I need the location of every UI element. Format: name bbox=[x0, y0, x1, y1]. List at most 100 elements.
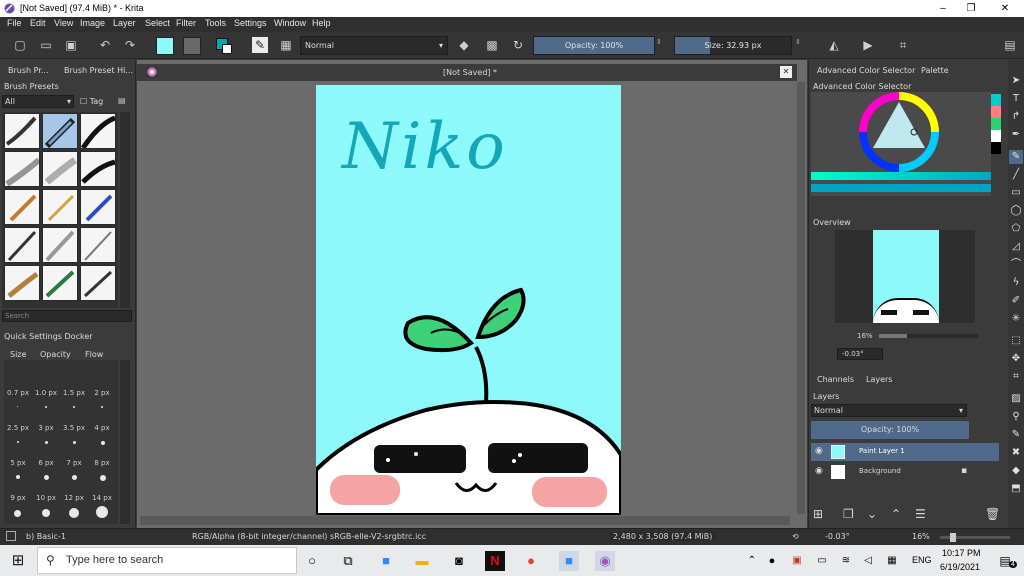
windows-start-icon[interactable]: ⊞ bbox=[8, 551, 28, 571]
tab-channels[interactable]: Channels bbox=[817, 375, 854, 384]
tab-advanced-color-selector[interactable]: Advanced Color Selector bbox=[817, 66, 915, 75]
menu-settings[interactable]: Settings bbox=[234, 18, 267, 28]
brush-grid-scrollbar[interactable] bbox=[120, 112, 130, 308]
size-spin-icon[interactable]: ⇕ bbox=[795, 38, 801, 46]
overview-zoom-slider[interactable] bbox=[879, 334, 979, 338]
menu-filter[interactable]: Filter bbox=[176, 18, 196, 28]
brush-preset[interactable] bbox=[80, 265, 116, 301]
brush-search-input[interactable]: Search bbox=[2, 310, 132, 322]
rectangle-tool-icon[interactable]: ▭ bbox=[1009, 186, 1023, 200]
select-shape-tool-icon[interactable]: ➤ bbox=[1009, 74, 1023, 88]
brush-preset-icon[interactable]: ✎ bbox=[252, 37, 268, 53]
opacity-spin-icon[interactable]: ⇕ bbox=[656, 38, 662, 46]
zoom-running-icon[interactable]: ■ bbox=[559, 551, 579, 571]
size-option[interactable]: 12 px bbox=[60, 494, 88, 502]
close-window-button[interactable]: ✕ bbox=[990, 0, 1020, 17]
task-view-icon[interactable]: ⧉ bbox=[338, 551, 358, 571]
enclose-fill-tool-icon[interactable]: ⬒ bbox=[1009, 482, 1023, 496]
document-tab[interactable]: [Not Saved] * ✕ bbox=[137, 64, 797, 81]
blend-mode-select[interactable]: Normal ▾ bbox=[300, 36, 448, 55]
size-option[interactable]: 1.0 px bbox=[32, 389, 60, 397]
eye-icon[interactable]: ◉ bbox=[815, 446, 823, 456]
antivirus-icon[interactable]: ▣ bbox=[787, 551, 807, 571]
duplicate-layer-icon[interactable]: ❐ bbox=[843, 507, 854, 521]
layer-properties-icon[interactable]: ☰ bbox=[915, 507, 926, 521]
brush-preset[interactable] bbox=[42, 151, 78, 187]
brush-preset[interactable] bbox=[42, 227, 78, 263]
quick-settings-scrollbar[interactable] bbox=[120, 360, 130, 524]
lock-icon[interactable]: ▪ bbox=[961, 466, 967, 476]
move-tool-icon[interactable]: ✥ bbox=[1009, 352, 1023, 366]
polyline-tool-icon[interactable]: ◿ bbox=[1009, 240, 1023, 254]
tab-palette[interactable]: Palette bbox=[921, 66, 949, 75]
tab-brush-preset-history[interactable]: Brush Preset Hi... bbox=[64, 66, 133, 75]
eye-icon[interactable]: ◉ bbox=[815, 466, 823, 476]
size-option[interactable]: 2 px bbox=[88, 389, 116, 397]
brush-preset[interactable] bbox=[80, 151, 116, 187]
bezier-tool-icon[interactable]: ⌒ bbox=[1009, 258, 1023, 272]
status-zoom[interactable]: 16% bbox=[912, 532, 930, 541]
fill-tool-icon[interactable]: ◆ bbox=[1009, 464, 1023, 478]
minimize-button[interactable]: – bbox=[928, 0, 958, 17]
vertical-scrollbar[interactable] bbox=[797, 82, 805, 514]
language-indicator[interactable]: ENG bbox=[912, 555, 932, 565]
status-rotation[interactable]: -0.03° bbox=[825, 532, 850, 541]
reload-preset-icon[interactable]: ↻ bbox=[510, 37, 526, 53]
battery-icon[interactable]: ▭ bbox=[812, 551, 832, 571]
layer-blend-select[interactable]: Normal ▾ bbox=[811, 404, 967, 417]
line-tool-icon[interactable]: ╱ bbox=[1009, 168, 1023, 182]
size-option[interactable]: 8 px bbox=[88, 459, 116, 467]
brush-preset[interactable] bbox=[4, 151, 40, 187]
size-option[interactable]: 0.7 px bbox=[4, 389, 32, 397]
mirror-vertical-icon[interactable]: ▶ bbox=[860, 37, 876, 53]
dynamic-brush-tool-icon[interactable]: ✐ bbox=[1009, 294, 1023, 308]
size-option[interactable]: 4 px bbox=[88, 424, 116, 432]
size-option[interactable]: 14 px bbox=[88, 494, 116, 502]
brush-view-icon[interactable]: ▤ bbox=[118, 96, 126, 105]
size-option[interactable]: 3.5 px bbox=[60, 424, 88, 432]
add-layer-icon[interactable]: ⊞ bbox=[813, 507, 823, 521]
maximize-button[interactable]: ❐ bbox=[956, 0, 986, 17]
brush-preset[interactable] bbox=[80, 227, 116, 263]
close-document-button[interactable]: ✕ bbox=[780, 66, 792, 78]
gradient-tool-icon[interactable]: ▨ bbox=[1009, 392, 1023, 406]
crop-tool-icon[interactable]: ⌗ bbox=[1009, 370, 1023, 384]
opacity-slider[interactable]: Opacity: 100% bbox=[533, 36, 655, 55]
save-icon[interactable]: ▣ bbox=[63, 37, 79, 53]
horizontal-scrollbar[interactable] bbox=[140, 516, 790, 525]
speaker-icon[interactable]: ◁ bbox=[858, 551, 878, 571]
brush-filter-select[interactable]: All ▾ bbox=[2, 95, 74, 108]
brush-preset[interactable] bbox=[4, 265, 40, 301]
tab-layers[interactable]: Layers bbox=[866, 375, 892, 384]
new-document-icon[interactable]: ▢ bbox=[12, 37, 28, 53]
brush-size-slider[interactable]: Size: 32.93 px bbox=[674, 36, 792, 55]
transform-tool-icon[interactable]: ⬚ bbox=[1009, 334, 1023, 348]
colorize-mask-tool-icon[interactable]: ✎ bbox=[1009, 428, 1023, 442]
netflix-app-icon[interactable]: N bbox=[485, 551, 505, 571]
gradient-swatch[interactable] bbox=[156, 37, 174, 55]
brush-preset[interactable] bbox=[4, 227, 40, 263]
polygon-tool-icon[interactable]: ⬠ bbox=[1009, 222, 1023, 236]
color-history-strip[interactable] bbox=[991, 94, 1001, 164]
workspace-icon[interactable]: ▤ bbox=[1002, 37, 1018, 53]
tab-size[interactable]: Size bbox=[10, 350, 26, 359]
chrome-app-icon[interactable]: ● bbox=[521, 551, 541, 571]
move-up-icon[interactable]: ⌃ bbox=[891, 507, 901, 521]
layer-row-paint-layer-1[interactable]: ◉ Paint Layer 1 bbox=[811, 443, 999, 461]
brush-preset[interactable] bbox=[42, 265, 78, 301]
zoom-slider[interactable] bbox=[940, 533, 1010, 542]
menu-view[interactable]: View bbox=[54, 18, 73, 28]
color-picker-tool-icon[interactable]: ⚲ bbox=[1009, 410, 1023, 424]
brush-preset[interactable] bbox=[4, 113, 40, 149]
size-option[interactable]: 10 px bbox=[32, 494, 60, 502]
menu-layer[interactable]: Layer bbox=[113, 18, 136, 28]
menu-edit[interactable]: Edit bbox=[30, 18, 46, 28]
menu-tools[interactable]: Tools bbox=[205, 18, 226, 28]
menu-window[interactable]: Window bbox=[274, 18, 306, 28]
alpha-lock-icon[interactable]: ▩ bbox=[484, 37, 500, 53]
freehand-path-tool-icon[interactable]: ϟ bbox=[1009, 276, 1023, 290]
text-tool-icon[interactable]: T bbox=[1009, 92, 1023, 106]
tab-opacity[interactable]: Opacity bbox=[40, 350, 71, 359]
size-option[interactable]: 5 px bbox=[4, 459, 32, 467]
menu-help[interactable]: Help bbox=[312, 18, 331, 28]
